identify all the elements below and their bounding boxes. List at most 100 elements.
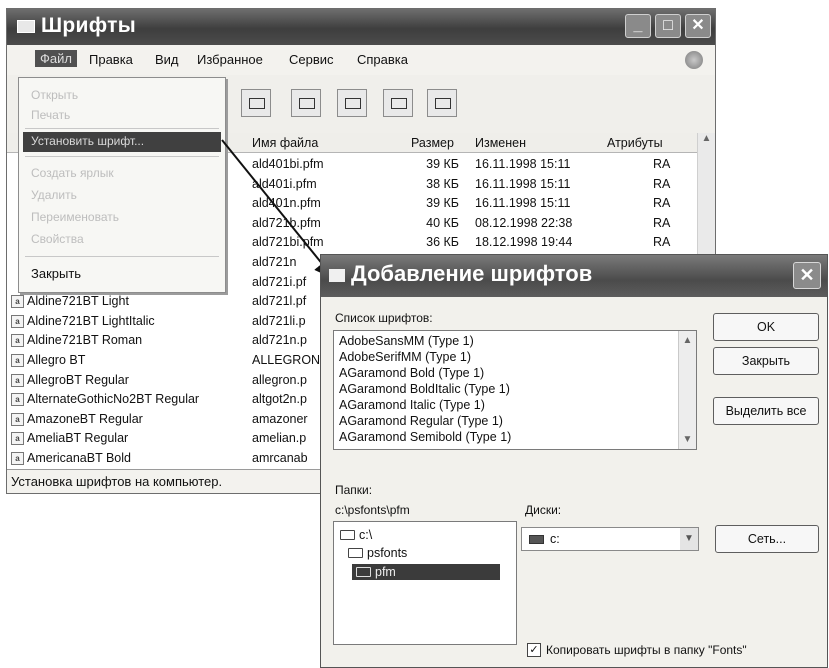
similarity-view-icon[interactable] <box>383 89 413 117</box>
file-name: ald721i.pf <box>252 274 307 289</box>
file-name: ald721l.pf <box>252 294 307 309</box>
font-list-item[interactable]: AGaramond Regular (Type 1) <box>339 414 503 428</box>
file-name: altgot2n.p <box>252 392 307 407</box>
font-name: Aldine721BT Light <box>27 294 129 309</box>
font-list-item[interactable]: AGaramond Bold (Type 1) <box>339 366 484 380</box>
dialog-title: Добавление шрифтов <box>351 261 593 286</box>
close-button[interactable]: Закрыть <box>713 347 819 375</box>
folders-label: Папки: <box>335 483 373 497</box>
font-file-icon: a <box>11 295 24 309</box>
menu-separator <box>25 128 219 129</box>
file-name: allegron.p <box>252 372 307 387</box>
font-file-icon: a <box>11 373 24 387</box>
drive-select[interactable]: c: ▼ <box>521 527 699 551</box>
menu-favorites[interactable]: Избранное <box>197 52 263 67</box>
menu-open[interactable]: Открыть <box>23 86 221 106</box>
menu-properties[interactable]: Свойства <box>23 230 221 250</box>
folder-item[interactable]: psfonts <box>348 546 407 560</box>
font-list-item[interactable]: AdobeSansMM (Type 1) <box>339 334 474 348</box>
font-list-item[interactable]: AGaramond BoldItalic (Type 1) <box>339 382 510 396</box>
status-text: Установка шрифтов на компьютер. <box>11 474 223 489</box>
scroll-up-icon[interactable]: ▲ <box>679 335 696 346</box>
font-file-icon: a <box>11 393 24 407</box>
menu-delete[interactable]: Удалить <box>23 186 221 206</box>
column-modified[interactable]: Изменен <box>475 136 526 150</box>
font-name: Allegro BT <box>27 353 86 367</box>
menu-view[interactable]: Вид <box>155 52 179 67</box>
folder-tree[interactable]: c:\ psfonts pfm <box>333 521 517 645</box>
file-attributes: RA <box>653 196 671 211</box>
copy-fonts-label[interactable]: Копировать шрифты в папку "Fonts" <box>546 643 747 657</box>
menu-separator <box>25 156 219 157</box>
font-list-label: Список шрифтов: <box>335 311 433 325</box>
file-modified: 16.11.1998 15:11 <box>475 196 571 211</box>
select-all-button[interactable]: Выделить все <box>713 397 819 425</box>
file-modified: 18.12.1998 19:44 <box>475 235 573 250</box>
font-list-scrollbar[interactable]: ▲ ▼ <box>678 331 696 449</box>
menu-file[interactable]: Файл <box>35 50 77 67</box>
menu-separator <box>25 256 219 257</box>
details-view-icon[interactable] <box>427 89 457 117</box>
column-filename[interactable]: Имя файла <box>252 136 318 150</box>
file-name: ald721n <box>252 255 297 269</box>
column-attributes[interactable]: Атрибуты <box>607 136 663 150</box>
open-folder-icon <box>340 530 355 540</box>
up-folder-icon[interactable] <box>241 89 271 117</box>
font-file-icon: a <box>11 432 24 446</box>
font-name: AmeliaBT Regular <box>27 431 129 446</box>
file-size: 40 КБ <box>426 215 459 230</box>
file-name: ald721b.pfm <box>252 215 321 230</box>
chevron-down-icon[interactable]: ▼ <box>680 528 698 550</box>
font-file-icon: a <box>11 452 24 465</box>
file-name: amrcanab <box>252 451 308 465</box>
close-window-button[interactable]: ✕ <box>685 14 711 38</box>
ok-button[interactable]: OK <box>713 313 819 341</box>
windows-logo-icon <box>685 51 703 69</box>
dialog-titlebar[interactable]: Добавление шрифтов ✕ <box>321 255 827 297</box>
menu-tools[interactable]: Сервис <box>289 52 334 67</box>
menu-create-shortcut[interactable]: Создать ярлык <box>23 164 221 184</box>
scroll-down-icon[interactable]: ▼ <box>679 434 696 445</box>
file-name: ald401i.pfm <box>252 176 317 191</box>
menu-edit[interactable]: Правка <box>89 52 133 67</box>
column-size[interactable]: Размер <box>411 136 454 150</box>
file-size: 39 КБ <box>426 157 459 171</box>
file-name: amazoner <box>252 411 308 426</box>
scroll-up-icon[interactable]: ▲ <box>698 133 715 144</box>
menu-print[interactable]: Печать <box>23 106 221 126</box>
large-icons-view-icon[interactable] <box>291 89 321 117</box>
dialog-close-button[interactable]: ✕ <box>793 262 821 289</box>
maximize-button[interactable]: □ <box>655 14 681 38</box>
file-attributes: RA <box>653 157 671 171</box>
copy-fonts-checkbox[interactable]: ✓ <box>527 643 541 657</box>
font-list[interactable]: ▲ ▼ AdobeSansMM (Type 1) AdobeSerifMM (Ty… <box>333 330 697 450</box>
file-name: ald721bi.pfm <box>252 235 324 250</box>
file-name: ald401n.pfm <box>252 196 321 211</box>
font-list-item[interactable]: AGaramond Italic (Type 1) <box>339 398 485 412</box>
file-size: 36 КБ <box>426 235 459 250</box>
menu-rename[interactable]: Переименовать <box>23 208 221 228</box>
file-modified: 08.12.1998 22:38 <box>475 215 573 230</box>
open-folder-icon <box>356 567 371 577</box>
folder-item-selected[interactable]: pfm <box>352 564 500 580</box>
minimize-button[interactable]: _ <box>625 14 651 38</box>
fonts-window-titlebar[interactable]: Шрифты _ □ ✕ <box>7 9 715 45</box>
font-list-item[interactable]: AdobeSerifMM (Type 1) <box>339 350 471 364</box>
file-name: ald401bi.pfm <box>252 157 324 171</box>
file-attributes: RA <box>653 215 671 230</box>
font-file-icon: a <box>11 412 24 426</box>
menu-help[interactable]: Справка <box>357 52 408 67</box>
font-name: Aldine721BT LightItalic <box>27 313 155 328</box>
menu-close[interactable]: Закрыть <box>23 264 221 284</box>
font-name: AlternateGothicNo2BT Regular <box>27 392 200 407</box>
folder-item[interactable]: c:\ <box>340 528 372 542</box>
font-name: AmericanaBT Bold <box>27 451 131 465</box>
network-button[interactable]: Сеть... <box>715 525 819 553</box>
hard-drive-icon <box>529 535 544 544</box>
menu-install-font[interactable]: Установить шрифт... <box>23 132 221 152</box>
font-file-icon: a <box>11 354 24 367</box>
font-list-item[interactable]: AGaramond Semibold (Type 1) <box>339 430 511 444</box>
drive-value: c: <box>550 532 560 546</box>
list-view-icon[interactable] <box>337 89 367 117</box>
file-size: 38 КБ <box>426 176 459 191</box>
